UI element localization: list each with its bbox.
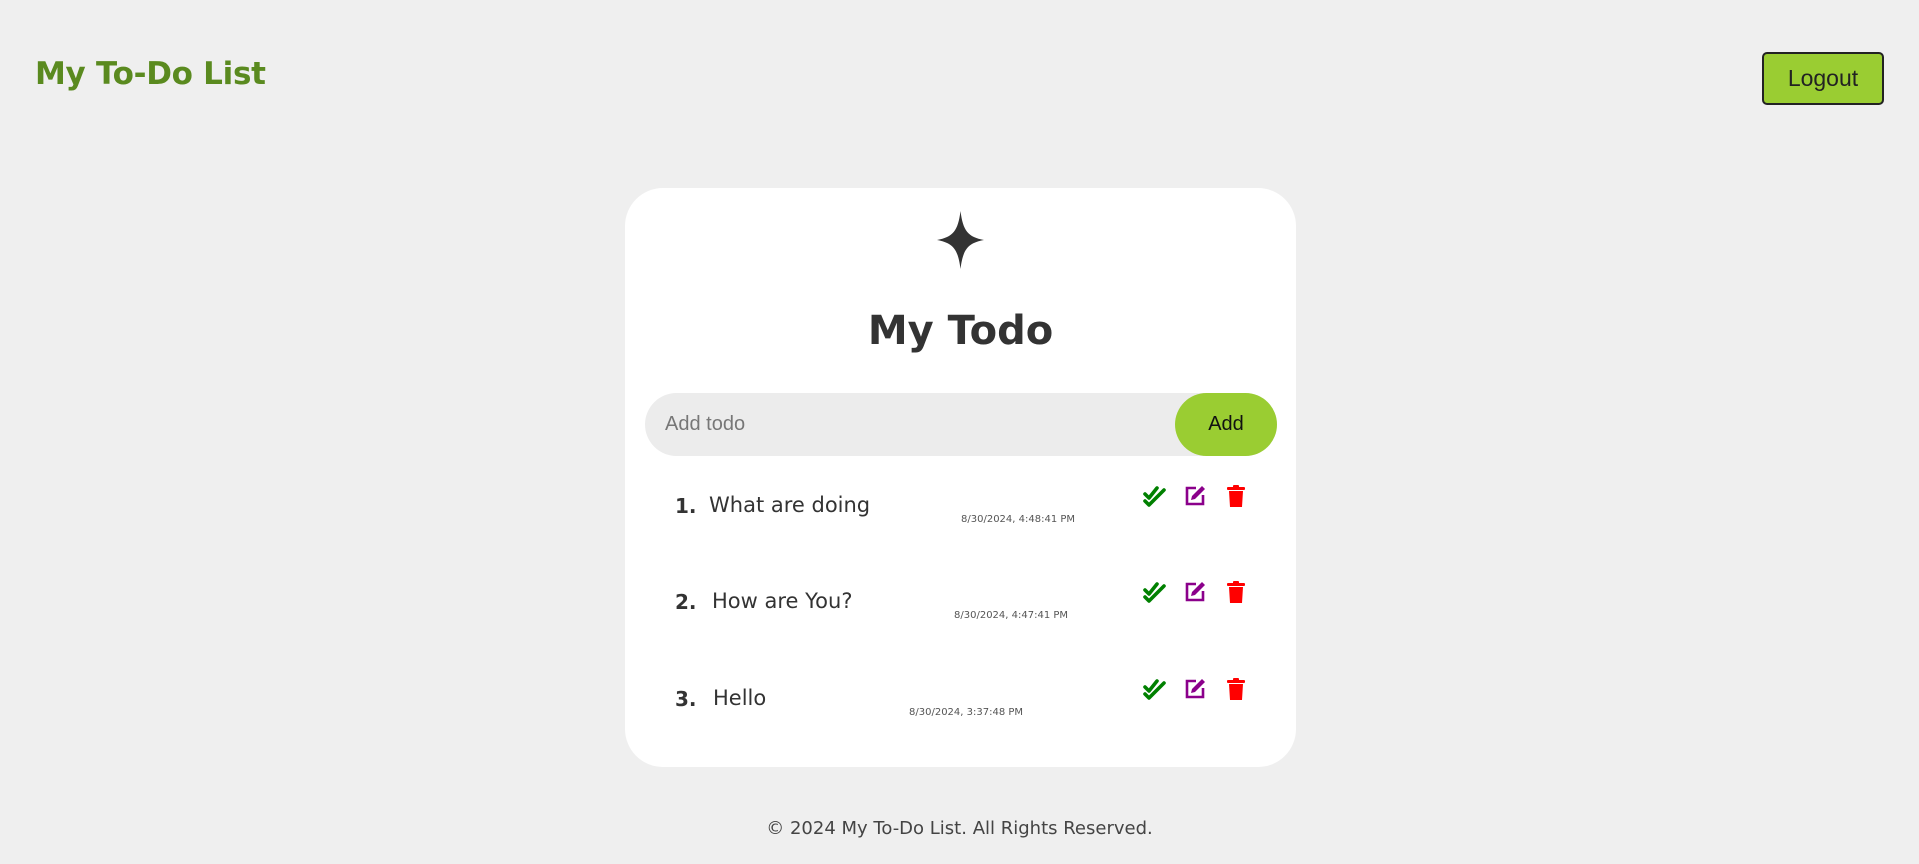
- todo-number: 3.: [675, 687, 697, 711]
- add-todo-form: Add: [645, 393, 1277, 456]
- double-check-icon[interactable]: [1143, 484, 1167, 508]
- footer-copyright: © 2024 My To-Do List. All Rights Reserve…: [766, 818, 1153, 839]
- todo-item: 1. What are doing 8/30/2024, 4:48:41 PM: [625, 484, 1296, 534]
- edit-icon[interactable]: [1183, 580, 1207, 604]
- double-check-icon[interactable]: [1143, 677, 1167, 701]
- todo-timestamp: 8/30/2024, 4:48:41 PM: [961, 514, 1076, 525]
- todo-text: What are doing: [709, 493, 871, 517]
- edit-icon[interactable]: [1183, 484, 1207, 508]
- todo-number: 2.: [675, 590, 697, 614]
- double-check-icon[interactable]: [1143, 580, 1167, 604]
- edit-icon[interactable]: [1183, 677, 1207, 701]
- todo-number: 1.: [675, 494, 697, 518]
- trash-icon[interactable]: [1224, 580, 1248, 604]
- star-icon: [937, 211, 984, 269]
- brand-title: My To-Do List: [35, 56, 266, 92]
- todo-timestamp: 8/30/2024, 3:37:48 PM: [909, 707, 1024, 718]
- todo-text: How are You?: [712, 589, 853, 613]
- todo-input[interactable]: [645, 393, 1165, 456]
- todo-timestamp: 8/30/2024, 4:47:41 PM: [954, 610, 1069, 621]
- page: My To-Do List Logout My Todo Add 1. What…: [0, 0, 1919, 864]
- todo-card: My Todo Add 1. What are doing 8/30/2024,…: [625, 188, 1296, 767]
- logout-button[interactable]: Logout: [1762, 52, 1884, 105]
- trash-icon[interactable]: [1224, 484, 1248, 508]
- card-title: My Todo: [867, 308, 1054, 354]
- todo-item: 3. Hello 8/30/2024, 3:37:48 PM: [625, 677, 1296, 727]
- add-button[interactable]: Add: [1175, 393, 1277, 456]
- todo-text: Hello: [713, 686, 767, 710]
- todo-item: 2. How are You? 8/30/2024, 4:47:41 PM: [625, 580, 1296, 630]
- trash-icon[interactable]: [1224, 677, 1248, 701]
